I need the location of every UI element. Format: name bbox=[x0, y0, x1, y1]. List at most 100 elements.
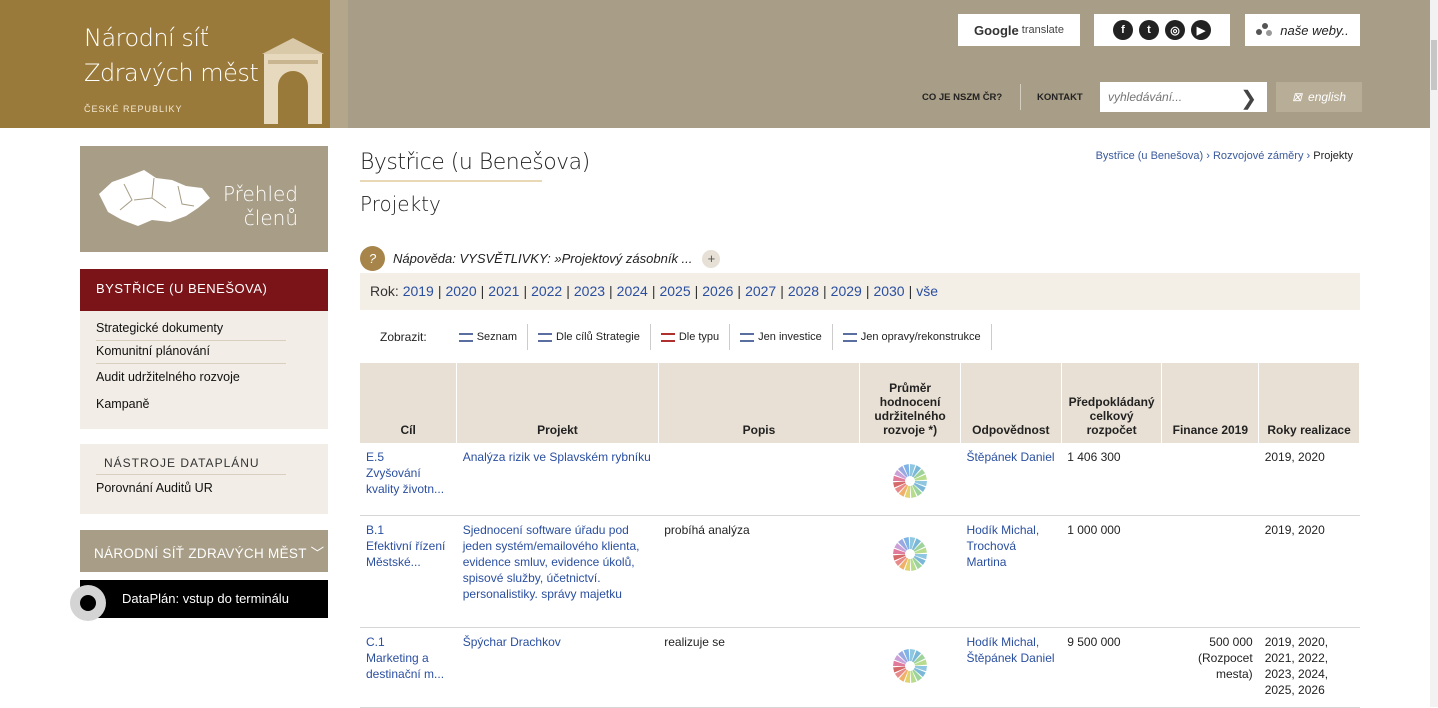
nav-co-je-nszm[interactable]: CO JE NSZM ČR? bbox=[922, 92, 1002, 103]
sidebar-item-porovnani-auditu[interactable]: Porovnání Auditů UR bbox=[96, 481, 213, 495]
scrollbar-thumb[interactable] bbox=[1431, 40, 1437, 90]
city-heading[interactable]: BYSTŘICE (U BENEŠOVA) bbox=[80, 269, 328, 311]
nav-divider bbox=[1020, 84, 1021, 110]
col-prumer[interactable]: Průměr hodnocení udržitelného rozvoje *) bbox=[859, 363, 961, 443]
members-label: Přehled členů bbox=[223, 182, 298, 230]
view-switcher: Zobrazit: Seznam Dle cílů Strategie Dle … bbox=[360, 322, 992, 352]
year-link[interactable]: 2030 bbox=[873, 283, 904, 299]
breadcrumb-separator: › bbox=[1206, 150, 1213, 162]
english-label: english bbox=[1308, 90, 1347, 104]
col-popis[interactable]: Popis bbox=[658, 363, 861, 443]
logo-line-1: Národní síť bbox=[84, 24, 209, 52]
view-dle-cilu[interactable]: Dle cílů Strategie bbox=[528, 324, 651, 350]
cell-rozpocet: 1 406 300 bbox=[1061, 443, 1162, 516]
view-dle-typu-label: Dle typu bbox=[678, 331, 720, 343]
col-projekt[interactable]: Projekt bbox=[456, 363, 659, 443]
divider bbox=[96, 340, 286, 341]
view-seznam[interactable]: Seznam bbox=[449, 324, 529, 350]
google-translate-button[interactable]: Google translate bbox=[958, 14, 1080, 46]
gear-icon bbox=[70, 585, 106, 621]
cell-popis: realizuje se bbox=[658, 627, 860, 708]
col-finance-2019[interactable]: Finance 2019 bbox=[1161, 363, 1260, 443]
view-jen-investice-label: Jen investice bbox=[758, 331, 822, 343]
projects-table: Cíl Projekt Popis Průměr hodnocení udrži… bbox=[360, 363, 1360, 708]
cell-roky: 2019, 2020, 2021, 2022, 2023, 2024, 2025… bbox=[1258, 627, 1360, 708]
view-jen-opravy[interactable]: Jen opravy/rekonstrukce bbox=[833, 324, 992, 350]
view-seznam-label: Seznam bbox=[476, 331, 518, 343]
city-title: Bystřice (u Benešova) bbox=[360, 150, 590, 175]
cell-cil[interactable]: C.1 Marketing a destinační m... bbox=[360, 627, 457, 708]
divider bbox=[96, 474, 286, 475]
col-rozpocet[interactable]: Předpokládaný celkový rozpočet bbox=[1061, 363, 1163, 443]
facebook-icon[interactable]: f bbox=[1113, 20, 1133, 40]
youtube-icon[interactable]: ▶ bbox=[1191, 20, 1211, 40]
cell-odpovednost[interactable]: Hodík Michal, Trochová Martina bbox=[960, 515, 1062, 628]
year-link[interactable]: 2024 bbox=[617, 283, 648, 299]
table-row: C.1 Marketing a destinační m... Špýchar … bbox=[360, 627, 1360, 708]
nav-kontakt[interactable]: KONTAKT bbox=[1037, 92, 1083, 103]
cell-cil[interactable]: B.1 Efektivní řízení Městské... bbox=[360, 515, 457, 628]
scrollbar[interactable] bbox=[1430, 0, 1438, 707]
help-toggle[interactable]: ? Nápověda: VYSVĚTLIVKY: »Projektový zás… bbox=[360, 246, 721, 271]
logo-line-2: Zdravých měst bbox=[84, 59, 259, 87]
nszm-dropdown[interactable]: NÁRODNÍ SÍŤ ZDRAVÝCH MĚST ﹀ bbox=[80, 530, 328, 572]
cell-roky: 2019, 2020 bbox=[1258, 515, 1360, 628]
sidebar-item-strategicke-dokumenty[interactable]: Strategické dokumenty bbox=[96, 321, 223, 335]
year-link[interactable]: 2027 bbox=[745, 283, 776, 299]
year-link[interactable]: 2020 bbox=[445, 283, 476, 299]
list-icon bbox=[660, 332, 675, 342]
list-icon bbox=[538, 332, 553, 342]
year-link[interactable]: 2023 bbox=[574, 283, 605, 299]
twitter-icon[interactable]: t bbox=[1139, 20, 1159, 40]
year-link[interactable]: 2021 bbox=[488, 283, 519, 299]
members-label-line1: Přehled bbox=[222, 182, 298, 206]
year-link[interactable]: 2028 bbox=[788, 283, 819, 299]
english-button[interactable]: ⊠ english bbox=[1276, 82, 1362, 112]
site-logo[interactable]: Národní síť Zdravých měst ČESKÉ REPUBLIK… bbox=[0, 0, 330, 128]
search-submit-icon[interactable]: ❯ bbox=[1240, 86, 1257, 111]
cell-rating bbox=[859, 515, 961, 628]
search-input[interactable] bbox=[1100, 82, 1230, 112]
expand-plus-icon[interactable]: + bbox=[702, 249, 721, 268]
table-header-row: Cíl Projekt Popis Průměr hodnocení udrži… bbox=[360, 363, 1360, 443]
list-icon bbox=[458, 332, 473, 342]
members-overview-button[interactable]: Přehled členů bbox=[80, 146, 328, 252]
year-link-all[interactable]: vše bbox=[916, 283, 938, 299]
col-roky-realizace[interactable]: Roky realizace bbox=[1258, 363, 1360, 443]
tools-heading: NÁSTROJE DATAPLÁNU bbox=[104, 456, 260, 470]
sidebar-item-audit[interactable]: Audit udržitelného rozvoje bbox=[96, 370, 240, 384]
translate-label: translate bbox=[1021, 24, 1064, 36]
dataplan-label: DataPlán: vstup do terminálu bbox=[122, 591, 289, 606]
uk-flag-icon: ⊠ bbox=[1291, 90, 1303, 104]
nase-weby-button[interactable]: naše weby.. bbox=[1245, 14, 1360, 46]
cell-finance: 500 000 (Rozpocet mesta) bbox=[1161, 627, 1259, 708]
cell-finance bbox=[1161, 515, 1259, 628]
year-link[interactable]: 2029 bbox=[831, 283, 862, 299]
col-odpovednost[interactable]: Odpovědnost bbox=[960, 363, 1062, 443]
cell-projekt[interactable]: Špýchar Drachkov bbox=[456, 627, 659, 708]
breadcrumb-rozvojove-zamery[interactable]: Rozvojové záměry bbox=[1213, 150, 1303, 162]
view-dle-typu[interactable]: Dle typu bbox=[651, 324, 731, 350]
help-text: Nápověda: VYSVĚTLIVKY: »Projektový zásob… bbox=[393, 251, 693, 266]
view-jen-investice[interactable]: Jen investice bbox=[730, 324, 833, 350]
cell-cil[interactable]: E.5 Zvyšování kvality životn... bbox=[360, 443, 457, 516]
dataplan-terminal-button[interactable]: DataPlán: vstup do terminálu bbox=[70, 580, 328, 621]
sidebar-item-komunitni-planovani[interactable]: Komunitní plánování bbox=[96, 344, 210, 358]
year-filter-label: Rok: bbox=[370, 283, 399, 299]
cell-projekt[interactable]: Sjednocení software úřadu pod jeden syst… bbox=[456, 515, 659, 628]
nase-weby-label: naše weby.. bbox=[1280, 22, 1349, 38]
year-link[interactable]: 2025 bbox=[659, 283, 690, 299]
year-link[interactable]: 2022 bbox=[531, 283, 562, 299]
cell-projekt[interactable]: Analýza rizik ve Splavském rybníku bbox=[456, 443, 659, 516]
year-link[interactable]: 2019 bbox=[403, 283, 434, 299]
cell-odpovednost[interactable]: Štěpánek Daniel bbox=[960, 443, 1062, 516]
sidebar-item-kampane[interactable]: Kampaně bbox=[96, 397, 150, 411]
year-link[interactable]: 2026 bbox=[702, 283, 733, 299]
divider bbox=[96, 363, 286, 364]
year-filter: Rok: 2019 | 2020 | 2021 | 2022 | 2023 | 2024 | 2025 |… bbox=[360, 273, 1360, 310]
page-title: Projekty bbox=[360, 192, 441, 216]
breadcrumb-city[interactable]: Bystřice (u Benešova) bbox=[1096, 150, 1204, 162]
cell-odpovednost[interactable]: Hodík Michal, Štěpánek Daniel bbox=[960, 627, 1062, 708]
instagram-icon[interactable]: ◎ bbox=[1165, 20, 1185, 40]
col-cil[interactable]: Cíl bbox=[360, 363, 458, 443]
